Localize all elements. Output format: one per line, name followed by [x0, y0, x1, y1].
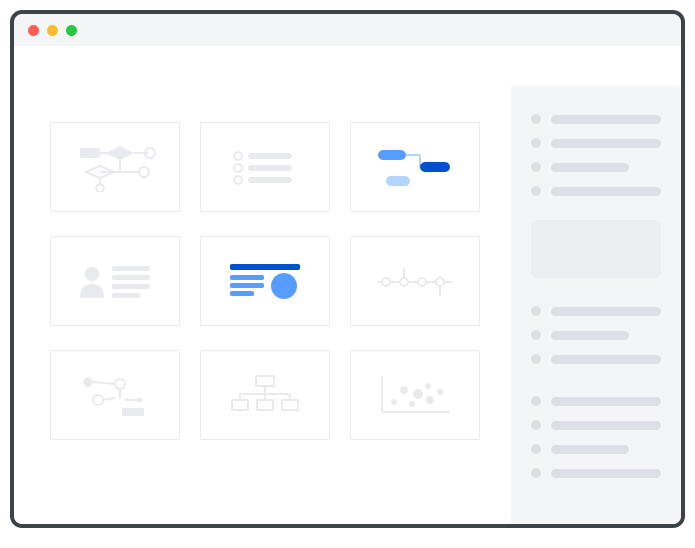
minimize-icon[interactable] [47, 25, 58, 36]
template-profile[interactable] [50, 236, 180, 326]
sidebar-preview-block [531, 220, 661, 278]
body [14, 86, 681, 524]
toolbar [14, 46, 681, 86]
sidebar-item[interactable] [531, 444, 661, 454]
sidebar-group-3 [531, 396, 661, 478]
template-process[interactable] [50, 350, 180, 440]
sidebar-item[interactable] [531, 186, 661, 196]
list-icon [220, 142, 310, 192]
template-dashboard[interactable] [200, 236, 330, 326]
sidebar-item[interactable] [531, 306, 661, 316]
template-gantt[interactable] [350, 122, 480, 212]
gantt-icon [370, 142, 460, 192]
flowchart-icon [70, 142, 160, 192]
template-scatter[interactable] [350, 350, 480, 440]
orgchart-icon [220, 370, 310, 420]
sidebar-item[interactable] [531, 354, 661, 364]
template-list[interactable] [200, 122, 330, 212]
sidebar-item[interactable] [531, 138, 661, 148]
sidebar-item[interactable] [531, 330, 661, 340]
template-orgchart[interactable] [200, 350, 330, 440]
scatter-icon [370, 370, 460, 420]
sidebar-item[interactable] [531, 396, 661, 406]
close-icon[interactable] [28, 25, 39, 36]
sidebar-group-1 [531, 114, 661, 196]
sidebar-item[interactable] [531, 162, 661, 172]
app-window [10, 10, 685, 528]
sidebar [511, 86, 681, 524]
timeline-icon [370, 256, 460, 306]
template-flowchart[interactable] [50, 122, 180, 212]
maximize-icon[interactable] [66, 25, 77, 36]
dashboard-icon [220, 256, 310, 306]
sidebar-item[interactable] [531, 468, 661, 478]
sidebar-item[interactable] [531, 420, 661, 430]
sidebar-group-2 [531, 306, 661, 364]
titlebar [14, 14, 681, 46]
template-timeline[interactable] [350, 236, 480, 326]
template-grid [14, 86, 511, 524]
profile-icon [70, 256, 160, 306]
sidebar-item[interactable] [531, 114, 661, 124]
process-icon [70, 370, 160, 420]
